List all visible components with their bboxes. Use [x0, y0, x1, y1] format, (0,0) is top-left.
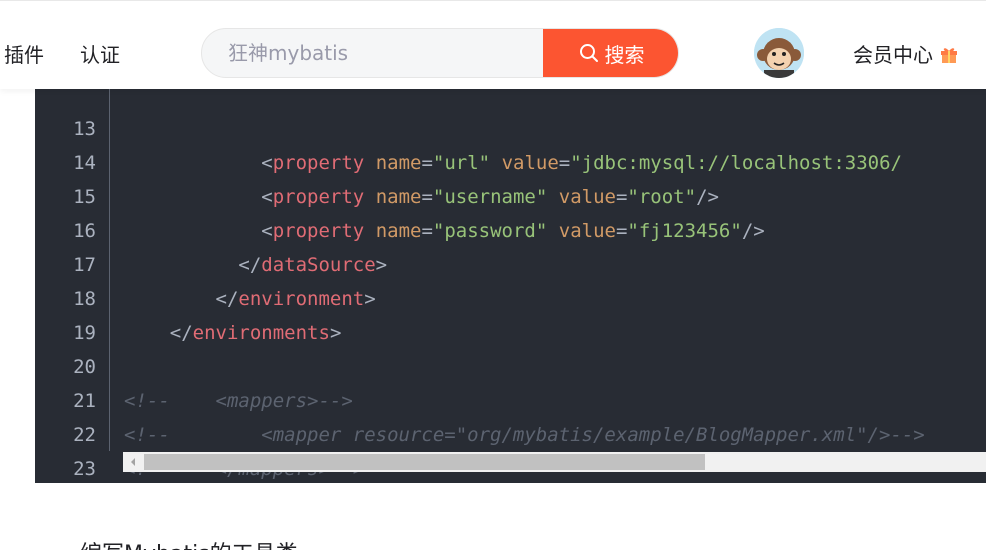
user-avatar[interactable]	[754, 28, 804, 78]
code-line: 19	[35, 282, 986, 344]
search-icon	[579, 44, 598, 62]
code-line: 14 <property name="username" value="root…	[35, 112, 986, 208]
code-line: 15 <property name="password" value="fj12…	[35, 146, 986, 242]
code-line: 22 <!-- </mappers>-->	[35, 384, 986, 480]
nav-link-plugin[interactable]: 插件	[4, 39, 44, 68]
line-number: 23	[73, 458, 96, 480]
horizontal-scrollbar[interactable]	[123, 452, 986, 472]
scrollbar-thumb[interactable]	[144, 454, 705, 470]
top-navbar: 插件 认证 搜索 会员中心	[0, 0, 986, 89]
avatar-monkey-icon	[754, 28, 804, 78]
nav-link-certification[interactable]: 认证	[80, 39, 120, 68]
code-line: 13 <property name="url" value="jdbc:mysq…	[35, 89, 986, 174]
vip-center-label: 会员中心	[853, 43, 933, 67]
caret-left-icon	[131, 458, 135, 466]
code-line: 20 <!-- <mappers>-->	[35, 316, 986, 412]
scroll-left-arrow[interactable]	[123, 452, 143, 472]
code-block: 13 <property name="url" value="jdbc:mysq…	[35, 89, 986, 483]
search-button-label: 搜索	[604, 42, 645, 67]
search-box: 搜索	[201, 28, 679, 78]
search-input[interactable]	[202, 29, 544, 77]
search-button[interactable]: 搜索	[543, 29, 678, 77]
section-heading: 编写Mybatis的工具类	[80, 536, 298, 550]
gift-icon	[941, 47, 957, 63]
code-line: 17 </environment>	[35, 214, 986, 310]
code-line: 18 </environments>	[35, 248, 986, 344]
vip-center-link[interactable]: 会员中心	[853, 39, 959, 68]
code-line: 21 <!-- <mapper resource="org/mybatis/ex…	[35, 350, 986, 446]
code-line: 16 </dataSource>	[35, 180, 986, 276]
code-line: 23 </configuration>	[35, 418, 986, 480]
